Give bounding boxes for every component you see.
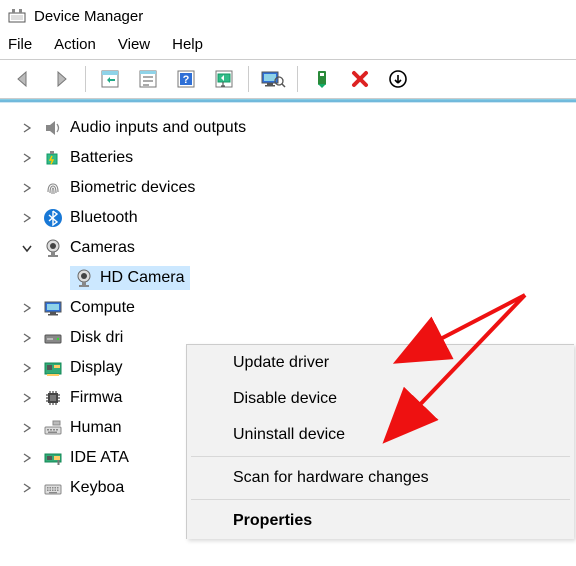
tree-label: Firmwa [70, 386, 122, 410]
tree-label: Bluetooth [70, 206, 138, 230]
disk-icon [42, 327, 64, 349]
tree-node-computers[interactable]: Compute [42, 293, 566, 323]
menu-item-disable-device[interactable]: Disable device [187, 381, 574, 417]
tree-label: Cameras [70, 236, 135, 260]
menu-view[interactable]: View [118, 36, 150, 53]
separator [297, 66, 298, 92]
separator [85, 66, 86, 92]
tree-label: Disk dri [70, 326, 123, 350]
menu-item-properties[interactable]: Properties [187, 503, 574, 539]
toolbar: ? [0, 59, 576, 99]
chevron-right-icon[interactable] [20, 421, 34, 435]
scan-hardware-button[interactable] [207, 64, 241, 94]
computer-scan-icon[interactable] [256, 64, 290, 94]
chevron-right-icon[interactable] [20, 331, 34, 345]
tree-label: Human [70, 416, 122, 440]
tree-node-audio[interactable]: Audio inputs and outputs [42, 113, 566, 143]
tree-node-bluetooth[interactable]: Bluetooth [42, 203, 566, 233]
separator [248, 66, 249, 92]
menu-action[interactable]: Action [54, 36, 96, 53]
properties-button[interactable] [131, 64, 165, 94]
chevron-right-icon[interactable] [20, 211, 34, 225]
tree-label: Compute [70, 296, 135, 320]
tree-label: Keyboa [70, 476, 124, 500]
separator [191, 499, 570, 500]
disable-device-toolbar-button[interactable] [381, 64, 415, 94]
tree-label: Batteries [70, 146, 133, 170]
tree-node-hd-camera[interactable]: HD Camera [70, 263, 566, 293]
menu-item-uninstall-device[interactable]: Uninstall device [187, 417, 574, 453]
chevron-right-icon[interactable] [20, 391, 34, 405]
chevron-right-icon[interactable] [20, 301, 34, 315]
tree-label: Biometric devices [70, 176, 195, 200]
svg-text:?: ? [183, 74, 190, 86]
fingerprint-icon [42, 177, 64, 199]
separator [191, 456, 570, 457]
help-button[interactable]: ? [169, 64, 203, 94]
keyboard-icon [42, 477, 64, 499]
chevron-right-icon[interactable] [20, 151, 34, 165]
chevron-right-icon[interactable] [20, 451, 34, 465]
menu-item-update-driver[interactable]: Update driver [187, 345, 574, 381]
chevron-right-icon[interactable] [20, 121, 34, 135]
menu-file[interactable]: File [8, 36, 32, 53]
titlebar: Device Manager [0, 0, 576, 32]
ide-icon [42, 447, 64, 469]
speaker-icon [42, 117, 64, 139]
tree-label: Audio inputs and outputs [70, 116, 246, 140]
menu-item-scan-hardware[interactable]: Scan for hardware changes [187, 460, 574, 496]
hid-icon [42, 417, 64, 439]
camera-icon [42, 237, 64, 259]
update-driver-toolbar-button[interactable] [305, 64, 339, 94]
tree-label: HD Camera [100, 266, 184, 290]
tree-node-biometric[interactable]: Biometric devices [42, 173, 566, 203]
chevron-right-icon[interactable] [20, 361, 34, 375]
app-icon [8, 7, 26, 25]
menu-help[interactable]: Help [172, 36, 203, 53]
forward-button[interactable] [44, 64, 78, 94]
battery-icon [42, 147, 64, 169]
selected-node: HD Camera [70, 266, 190, 290]
chevron-right-icon[interactable] [20, 481, 34, 495]
bluetooth-icon [42, 207, 64, 229]
show-hide-console-button[interactable] [93, 64, 127, 94]
display-adapter-icon [42, 357, 64, 379]
window-title: Device Manager [34, 8, 143, 25]
uninstall-device-toolbar-button[interactable] [343, 64, 377, 94]
tree-node-cameras[interactable]: Cameras [42, 233, 566, 263]
tree-label: IDE ATA [70, 446, 129, 470]
chevron-right-icon[interactable] [20, 181, 34, 195]
monitor-icon [42, 297, 64, 319]
chip-icon [42, 387, 64, 409]
back-button[interactable] [6, 64, 40, 94]
camera-icon [73, 267, 95, 289]
menubar: File Action View Help [0, 32, 576, 59]
context-menu: Update driver Disable device Uninstall d… [186, 344, 574, 539]
tree-label: Display [70, 356, 122, 380]
tree-node-batteries[interactable]: Batteries [42, 143, 566, 173]
chevron-down-icon[interactable] [20, 241, 34, 255]
